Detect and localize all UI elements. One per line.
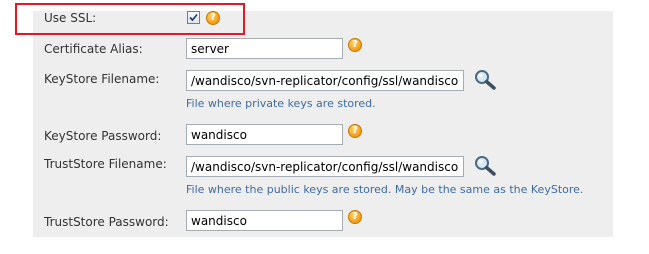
use-ssl-checkbox[interactable] — [187, 11, 200, 24]
truststore-filename-input[interactable] — [186, 156, 464, 177]
truststore-filename-label: TrustStore Filename: — [44, 157, 167, 171]
truststore-password-input[interactable] — [186, 210, 343, 231]
help-icon[interactable]: ? — [348, 38, 362, 52]
help-icon[interactable]: ? — [348, 210, 362, 224]
certificate-alias-input[interactable] — [186, 38, 343, 59]
truststore-filename-hint: File where the public keys are stored. M… — [186, 183, 584, 196]
help-icon[interactable]: ? — [206, 11, 220, 25]
help-icon[interactable]: ? — [348, 124, 362, 138]
keystore-filename-label: KeyStore Filename: — [44, 72, 160, 86]
truststore-password-label: TrustStore Password: — [44, 215, 169, 229]
checkmark-icon — [189, 13, 198, 22]
use-ssl-label: Use SSL: — [44, 11, 97, 25]
keystore-password-label: KeyStore Password: — [44, 129, 162, 143]
keystore-filename-input[interactable] — [186, 70, 464, 91]
magnifier-icon[interactable] — [474, 69, 498, 91]
keystore-password-input[interactable] — [186, 124, 343, 145]
magnifier-icon[interactable] — [474, 155, 498, 177]
certificate-alias-label: Certificate Alias: — [44, 42, 143, 56]
keystore-filename-hint: File where private keys are stored. — [186, 97, 376, 110]
